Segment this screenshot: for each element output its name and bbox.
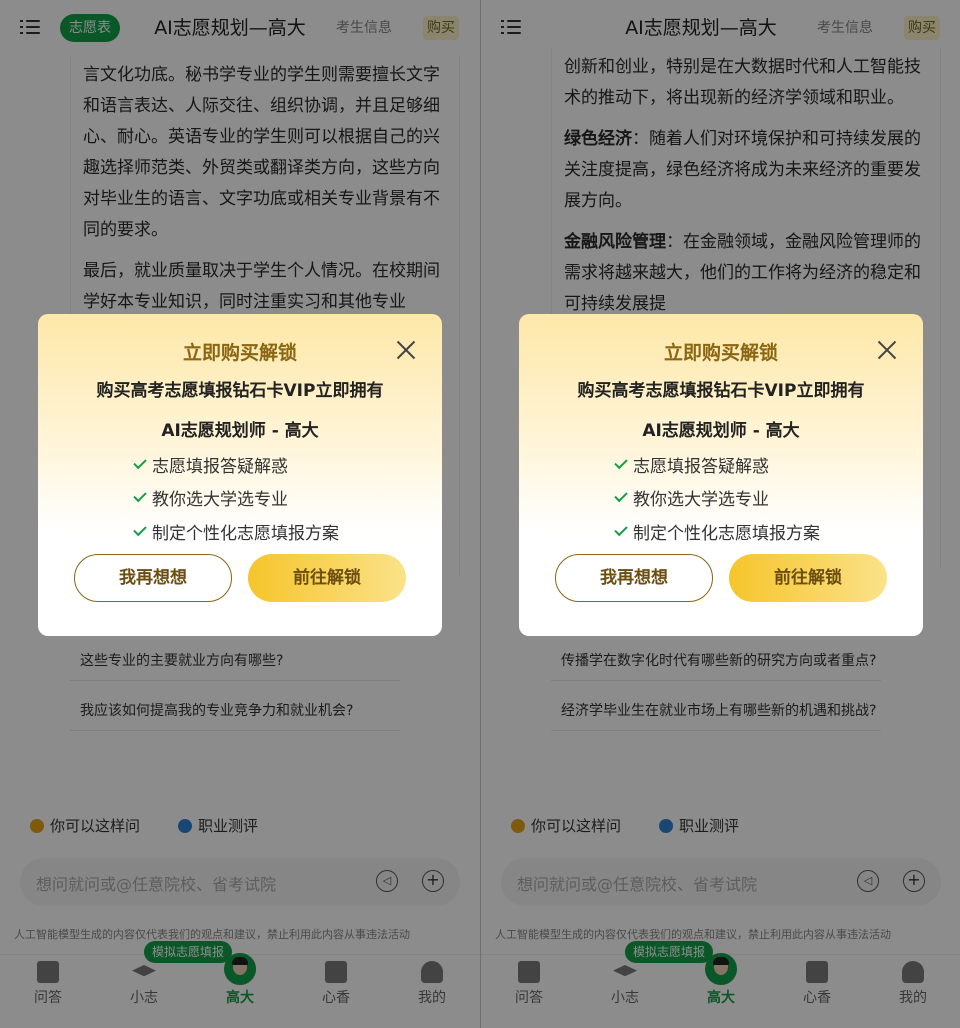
feature-item: 制定个性化志愿填报方案 — [614, 519, 820, 544]
check-icon — [133, 522, 147, 537]
unlock-dialog: 立即购买解锁 购买高考志愿填报钻石卡VIP立即拥有 AI志愿规划师 - 高大 志… — [519, 314, 923, 636]
feature-item: 志愿填报答疑解惑 — [133, 452, 288, 477]
close-icon[interactable] — [875, 338, 899, 362]
think-again-button[interactable]: 我再想想 — [74, 554, 232, 602]
check-icon — [614, 522, 628, 537]
feature-item: 教你选大学选专业 — [133, 485, 288, 510]
dialog-title: 立即购买解锁 — [663, 342, 778, 364]
feature-label: 教你选大学选专业 — [633, 490, 769, 510]
check-icon — [133, 455, 147, 470]
phone-right: AI志愿规划—高大 考生信息 购买 创新和创业，特别是在大数据时代和人工智能技术… — [480, 0, 960, 1028]
check-icon — [133, 488, 147, 503]
feature-label: 教你选大学选专业 — [152, 490, 288, 510]
feature-label: 制定个性化志愿填报方案 — [152, 524, 339, 544]
check-icon — [614, 455, 628, 470]
dialog-subtitle: 购买高考志愿填报钻石卡VIP立即拥有 — [577, 381, 865, 401]
go-unlock-button[interactable]: 前往解锁 — [248, 554, 406, 602]
go-unlock-button[interactable]: 前往解锁 — [729, 554, 887, 602]
dialog-title: 立即购买解锁 — [182, 342, 297, 364]
dialog-product-name: AI志愿规划师 - 高大 — [642, 421, 800, 441]
feature-item: 制定个性化志愿填报方案 — [133, 519, 339, 544]
feature-label: 志愿填报答疑解惑 — [152, 457, 288, 477]
feature-item: 教你选大学选专业 — [614, 485, 769, 510]
feature-label: 制定个性化志愿填报方案 — [633, 524, 820, 544]
phone-left: 志愿表 AI志愿规划—高大 考生信息 购买 言文化功底。秘书学专业的学生则需要擅… — [0, 0, 480, 1028]
dialog-subtitle: 购买高考志愿填报钻石卡VIP立即拥有 — [96, 381, 384, 401]
feature-label: 志愿填报答疑解惑 — [633, 457, 769, 477]
close-icon[interactable] — [394, 338, 418, 362]
unlock-dialog: 立即购买解锁 购买高考志愿填报钻石卡VIP立即拥有 AI志愿规划师 - 高大 志… — [38, 314, 442, 636]
feature-item: 志愿填报答疑解惑 — [614, 452, 769, 477]
check-icon — [614, 488, 628, 503]
dialog-product-name: AI志愿规划师 - 高大 — [161, 421, 319, 441]
think-again-button[interactable]: 我再想想 — [555, 554, 713, 602]
screenshot-stage: 志愿表 AI志愿规划—高大 考生信息 购买 言文化功底。秘书学专业的学生则需要擅… — [0, 0, 960, 1028]
